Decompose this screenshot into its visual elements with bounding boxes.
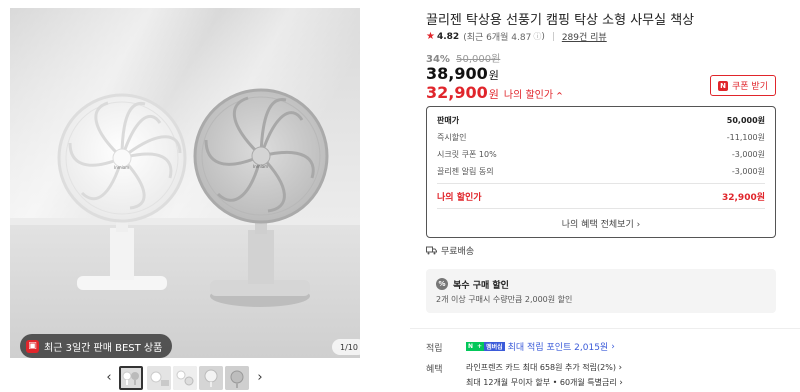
- breakdown-row: 끌리젠 알림 동의 -3,000원: [437, 166, 765, 177]
- breakdown-total-label: 나의 할인가: [437, 193, 482, 203]
- image-counter: 1/10: [332, 339, 360, 355]
- multi-discount-title: 복수 구매 할인: [453, 281, 509, 291]
- membership-badge-label: 멤버십: [484, 342, 505, 351]
- breakdown-label: 끌리젠 알림 동의: [437, 167, 494, 176]
- fan-brand-text: Inmiam: [253, 164, 268, 169]
- shipping-info: 무료배송: [426, 244, 474, 257]
- chevron-right-icon: ›: [619, 378, 623, 388]
- breakdown-label: 즉시할인: [437, 133, 467, 142]
- my-discount-price[interactable]: 32,900 원 나의 할인가 ^: [426, 83, 563, 102]
- currency-unit: 원: [488, 88, 499, 101]
- product-main-image[interactable]: Inmiam Inmiam ▣ 최근 3일간 판매 BEST 상품 1/10: [10, 8, 360, 358]
- naver-membership-badge: N + 멤버십: [466, 342, 505, 351]
- thumbnail[interactable]: [225, 366, 249, 390]
- divider: [552, 32, 554, 41]
- multi-discount-desc: 2개 이상 구매시 수량만큼 2,000원 할인: [436, 295, 573, 304]
- thumbnail[interactable]: [173, 366, 197, 390]
- points-link[interactable]: N + 멤버십 최대 적립 포인트 2,015원 ›: [466, 340, 615, 353]
- rating-row: ★ 4.82 (최근 6개월 4.87 ⓘ) 289건 리뷰: [426, 30, 607, 43]
- view-all-benefits-link[interactable]: 나의 혜택 전체보기 ›: [427, 217, 775, 230]
- rating-score: 4.82: [436, 31, 460, 42]
- breakdown-row: 시크릿 쿠폰 10% -3,000원: [437, 149, 765, 160]
- truck-icon: [426, 246, 437, 255]
- currency-unit: 원: [488, 69, 499, 82]
- review-count-link[interactable]: 289건 리뷰: [562, 30, 607, 43]
- tag-icon: ▣: [26, 339, 39, 353]
- naver-n-icon: N: [718, 80, 728, 91]
- coupon-download-button[interactable]: N 쿠폰 받기: [710, 75, 776, 96]
- divider: [437, 208, 765, 209]
- product-title: 끌리젠 탁상용 선풍기 캠핑 탁상 소형 사무실 책상: [426, 13, 695, 28]
- rating-recent: (최근 6개월 4.87: [463, 33, 532, 43]
- plus-icon: +: [475, 342, 485, 351]
- breakdown-value: -11,100원: [726, 133, 765, 142]
- best-seller-badge: ▣ 최근 3일간 판매 BEST 상품: [20, 334, 173, 358]
- percent-icon: %: [436, 278, 448, 290]
- fan-brand-text: Inmiam: [114, 165, 129, 170]
- breakdown-label: 시크릿 쿠폰 10%: [437, 150, 497, 159]
- discount-row: 34% 50,000원: [426, 50, 500, 65]
- card-benefit-link[interactable]: 라인프렌즈 카드 최대 658원 추가 적립(2%) ›: [466, 362, 622, 373]
- installment-benefit-text: 최대 12개월 무이자 할부 • 60개월 특별금리: [466, 378, 617, 387]
- breakdown-value: -3,000원: [731, 167, 765, 176]
- multi-purchase-discount: % 복수 구매 할인 2개 이상 구매시 수량만큼 2,000원 할인: [426, 269, 776, 313]
- points-text: 최대 적립 포인트 2,015원: [507, 343, 609, 353]
- chevron-right-icon: ›: [611, 341, 615, 352]
- breakdown-total-value: 32,900원: [721, 193, 765, 203]
- naver-n-icon: N: [466, 342, 476, 351]
- shipping-label: 무료배송: [441, 247, 475, 257]
- chevron-up-icon[interactable]: ^: [556, 91, 563, 100]
- chevron-right-icon: ›: [618, 363, 623, 373]
- white-fan: Inmiam: [57, 93, 187, 300]
- card-benefit-text: 라인프렌즈 카드 최대 658원 추가 적립(2%): [466, 363, 616, 372]
- info-icon[interactable]: ⓘ: [533, 31, 541, 42]
- price-breakdown-panel: 판매가 50,000원 즉시할인 -11,100원 시크릿 쿠폰 10% -3,…: [426, 106, 776, 238]
- breakdown-value: 50,000원: [726, 116, 765, 125]
- breakdown-row: 판매가 50,000원: [437, 115, 765, 126]
- coupon-button-label: 쿠폰 받기: [732, 82, 768, 92]
- best-seller-badge-label: 최근 3일간 판매 BEST 상품: [44, 342, 163, 354]
- breakdown-row: 즉시할인 -11,100원: [437, 132, 765, 143]
- thumbnail[interactable]: [119, 366, 143, 390]
- my-price-label: 나의 할인가: [503, 90, 554, 101]
- thumbnail-prev-icon[interactable]: ‹: [103, 370, 115, 385]
- fan-illustration: Inmiam Inmiam: [57, 88, 329, 307]
- thumbnail[interactable]: [199, 366, 223, 390]
- sale-price-value: 38,900: [426, 64, 488, 83]
- installment-benefit-link[interactable]: 최대 12개월 무이자 할부 • 60개월 특별금리 ›: [466, 377, 623, 388]
- view-all-benefits-label: 나의 혜택 전체보기: [561, 220, 634, 230]
- thumbnail-next-icon[interactable]: ›: [254, 370, 266, 385]
- breakdown-label: 판매가: [437, 116, 460, 125]
- grey-fan: Inmiam: [193, 88, 329, 307]
- sale-price: 38,900원: [426, 64, 499, 83]
- breakdown-total-row: 나의 할인가 32,900원: [437, 190, 765, 203]
- thumbnail[interactable]: [147, 366, 171, 390]
- divider: [437, 183, 765, 184]
- benefits-label: 혜택: [426, 365, 443, 375]
- my-price-value: 32,900: [426, 83, 488, 102]
- chevron-right-icon: ›: [636, 220, 641, 230]
- points-label: 적립: [426, 344, 443, 354]
- star-icon: ★: [426, 31, 435, 42]
- divider: [410, 328, 800, 329]
- breakdown-value: -3,000원: [731, 150, 765, 159]
